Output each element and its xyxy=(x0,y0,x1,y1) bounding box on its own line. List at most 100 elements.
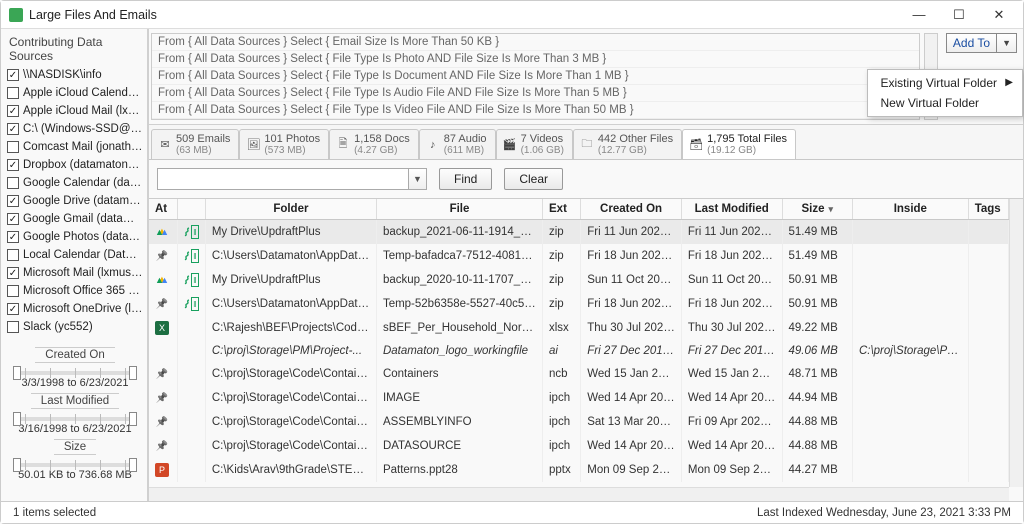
table-row[interactable]: C:\proj\Storage\PM\Project-... Datamaton… xyxy=(149,340,1009,362)
add-to-menu: Existing Virtual Folder ▶ New Virtual Fo… xyxy=(867,69,1024,117)
source-checkbox[interactable] xyxy=(7,231,19,243)
cell-created: Wed 14 Apr 2021, 8:... xyxy=(581,386,682,410)
minimize-button[interactable]: — xyxy=(899,1,939,29)
result-tab[interactable]: ♪87 Audio(611 MB) xyxy=(419,129,496,159)
source-item[interactable]: Slack (yc552) xyxy=(7,319,143,335)
source-checkbox[interactable] xyxy=(7,213,19,225)
maximize-button[interactable]: ☐ xyxy=(939,1,979,29)
grid-scrollbar-vertical[interactable] xyxy=(1009,199,1023,487)
table-row[interactable]: C:\proj\Storage\Code\Container... DATASO… xyxy=(149,434,1009,458)
col-ext[interactable]: Ext xyxy=(543,199,581,220)
col-created[interactable]: Created On xyxy=(581,199,682,220)
source-checkbox[interactable] xyxy=(7,87,19,99)
close-button[interactable]: ✕ xyxy=(979,1,1019,29)
result-tab[interactable]: 🗃1,795 Total Files(19.12 GB) xyxy=(682,129,796,159)
query-line[interactable]: From { All Data Sources } Select { File … xyxy=(152,85,919,102)
col-icons[interactable] xyxy=(177,199,205,220)
source-item[interactable]: Dropbox (datamaton@... xyxy=(7,157,143,173)
cell-folder: My Drive\UpdraftPlus xyxy=(205,220,376,245)
source-checkbox[interactable] xyxy=(7,141,19,153)
menu-new-virtual-folder[interactable]: New Virtual Folder xyxy=(871,93,1020,113)
cell-flags xyxy=(177,292,205,316)
clear-button[interactable]: Clear xyxy=(504,168,563,190)
slider-modified[interactable] xyxy=(13,417,137,421)
source-checkbox[interactable] xyxy=(7,105,19,117)
add-to-button[interactable]: Add To ▼ xyxy=(946,33,1017,53)
query-line[interactable]: From { All Data Sources } Select { File … xyxy=(152,102,919,119)
source-checkbox[interactable] xyxy=(7,267,19,279)
source-item[interactable]: C:\ (Windows-SSD@RS... xyxy=(7,121,143,137)
query-line[interactable]: From { All Data Sources } Select { File … xyxy=(152,68,919,85)
source-item[interactable]: Apple iCloud Mail (lxm... xyxy=(7,103,143,119)
source-checkbox[interactable] xyxy=(7,195,19,207)
table-row[interactable]: C:\Rajesh\BEF\Projects\Code\Scr... sBEF_… xyxy=(149,316,1009,340)
result-tab[interactable]: 🗀442 Other Files(12.77 GB) xyxy=(573,129,682,159)
query-line[interactable]: From { All Data Sources } Select { Email… xyxy=(152,34,919,51)
table-row[interactable]: C:\proj\Storage\Code\Container... ASSEMB… xyxy=(149,410,1009,434)
tab-icon: 🗃 xyxy=(689,138,703,152)
cell-modified: Fri 11 Jun 2021, 7:52... xyxy=(681,220,782,245)
filter-last-modified[interactable]: Last Modified 3/16/1998 to 6/23/2021 xyxy=(7,393,143,435)
table-row[interactable]: C:\Kids\Arav\9thGrade\STEMPhy... Pattern… xyxy=(149,458,1009,482)
table-row[interactable]: ▲ My Drive\UpdraftPlus backup_2020-10-11… xyxy=(149,268,1009,292)
add-to-caret-icon[interactable]: ▼ xyxy=(996,34,1016,52)
source-checkbox[interactable] xyxy=(7,177,19,189)
result-tab[interactable]: 🎬7 Videos(1.06 GB) xyxy=(496,129,573,159)
source-checkbox[interactable] xyxy=(7,249,19,261)
result-tab[interactable]: ✉509 Emails(63 MB) xyxy=(151,129,239,159)
find-button[interactable]: Find xyxy=(439,168,492,190)
source-item[interactable]: Google Drive (datamat... xyxy=(7,193,143,209)
query-line[interactable]: From { All Data Sources } Select { File … xyxy=(152,51,919,68)
menu-existing-virtual-folder[interactable]: Existing Virtual Folder ▶ xyxy=(871,73,1020,93)
source-checkbox[interactable] xyxy=(7,123,19,135)
source-item[interactable]: \\NASDISK\info xyxy=(7,67,143,83)
grid-scrollbar-horizontal[interactable] xyxy=(149,487,1009,501)
filter-created-on[interactable]: Created On 3/3/1998 to 6/23/2021 xyxy=(7,347,143,389)
source-item[interactable]: Microsoft OneDrive (lx... xyxy=(7,301,143,317)
source-item[interactable]: Google Calendar (data... xyxy=(7,175,143,191)
table-row[interactable]: ▲ My Drive\UpdraftPlus backup_2021-06-11… xyxy=(149,220,1009,245)
source-checkbox[interactable] xyxy=(7,321,19,333)
cell-size: 44.94 MB xyxy=(782,386,852,410)
col-tags[interactable]: Tags xyxy=(968,199,1008,220)
table-row[interactable]: C:\proj\Storage\Code\Container... IMAGE … xyxy=(149,386,1009,410)
source-item[interactable]: Microsoft Mail (lxmuser) xyxy=(7,265,143,281)
col-file[interactable]: File xyxy=(376,199,542,220)
cell-ext: zip xyxy=(543,244,581,268)
source-item[interactable]: Google Gmail (datama... xyxy=(7,211,143,227)
grid-header-row[interactable]: At Folder File Ext Created On Last Modif… xyxy=(149,199,1009,220)
tab-sub: (4.27 GB) xyxy=(354,145,410,156)
col-modified[interactable]: Last Modified xyxy=(681,199,782,220)
source-checkbox[interactable] xyxy=(7,303,19,315)
search-input[interactable]: ▼ xyxy=(157,168,427,190)
cell-folder: My Drive\UpdraftPlus xyxy=(205,268,376,292)
source-checkbox[interactable] xyxy=(7,285,19,297)
cell-ext: zip xyxy=(543,292,581,316)
col-at[interactable]: At xyxy=(149,199,177,220)
query-list[interactable]: From { All Data Sources } Select { Email… xyxy=(151,33,920,120)
slider-size[interactable] xyxy=(13,463,137,467)
result-tab[interactable]: 🖼101 Photos(573 MB) xyxy=(239,129,329,159)
results-grid[interactable]: At Folder File Ext Created On Last Modif… xyxy=(149,199,1009,482)
cell-inside xyxy=(852,316,968,340)
table-row[interactable]: C:\proj\Storage\Code\Container... Contai… xyxy=(149,362,1009,386)
filter-size[interactable]: Size 50.01 KB to 736.68 MB xyxy=(7,439,143,481)
cell-size: 49.22 MB xyxy=(782,316,852,340)
cell-tags xyxy=(968,340,1008,362)
source-item[interactable]: Comcast Mail (jonatha... xyxy=(7,139,143,155)
source-checkbox[interactable] xyxy=(7,159,19,171)
search-caret-icon[interactable]: ▼ xyxy=(408,169,426,189)
col-inside[interactable]: Inside xyxy=(852,199,968,220)
slider-created[interactable] xyxy=(13,371,137,375)
source-item[interactable]: Google Photos (datam... xyxy=(7,229,143,245)
source-item[interactable]: Local Calendar (Datam... xyxy=(7,247,143,263)
cell-flags xyxy=(177,220,205,245)
table-row[interactable]: C:\Users\Datamaton\AppData\L... Temp-52b… xyxy=(149,292,1009,316)
source-item[interactable]: Microsoft Office 365 E... xyxy=(7,283,143,299)
col-folder[interactable]: Folder xyxy=(205,199,376,220)
source-item[interactable]: Apple iCloud Calendar ... xyxy=(7,85,143,101)
col-size[interactable]: Size▾ xyxy=(782,199,852,220)
source-checkbox[interactable] xyxy=(7,69,19,81)
result-tab[interactable]: 🗎1,158 Docs(4.27 GB) xyxy=(329,129,419,159)
table-row[interactable]: C:\Users\Datamaton\AppData\L... Temp-baf… xyxy=(149,244,1009,268)
